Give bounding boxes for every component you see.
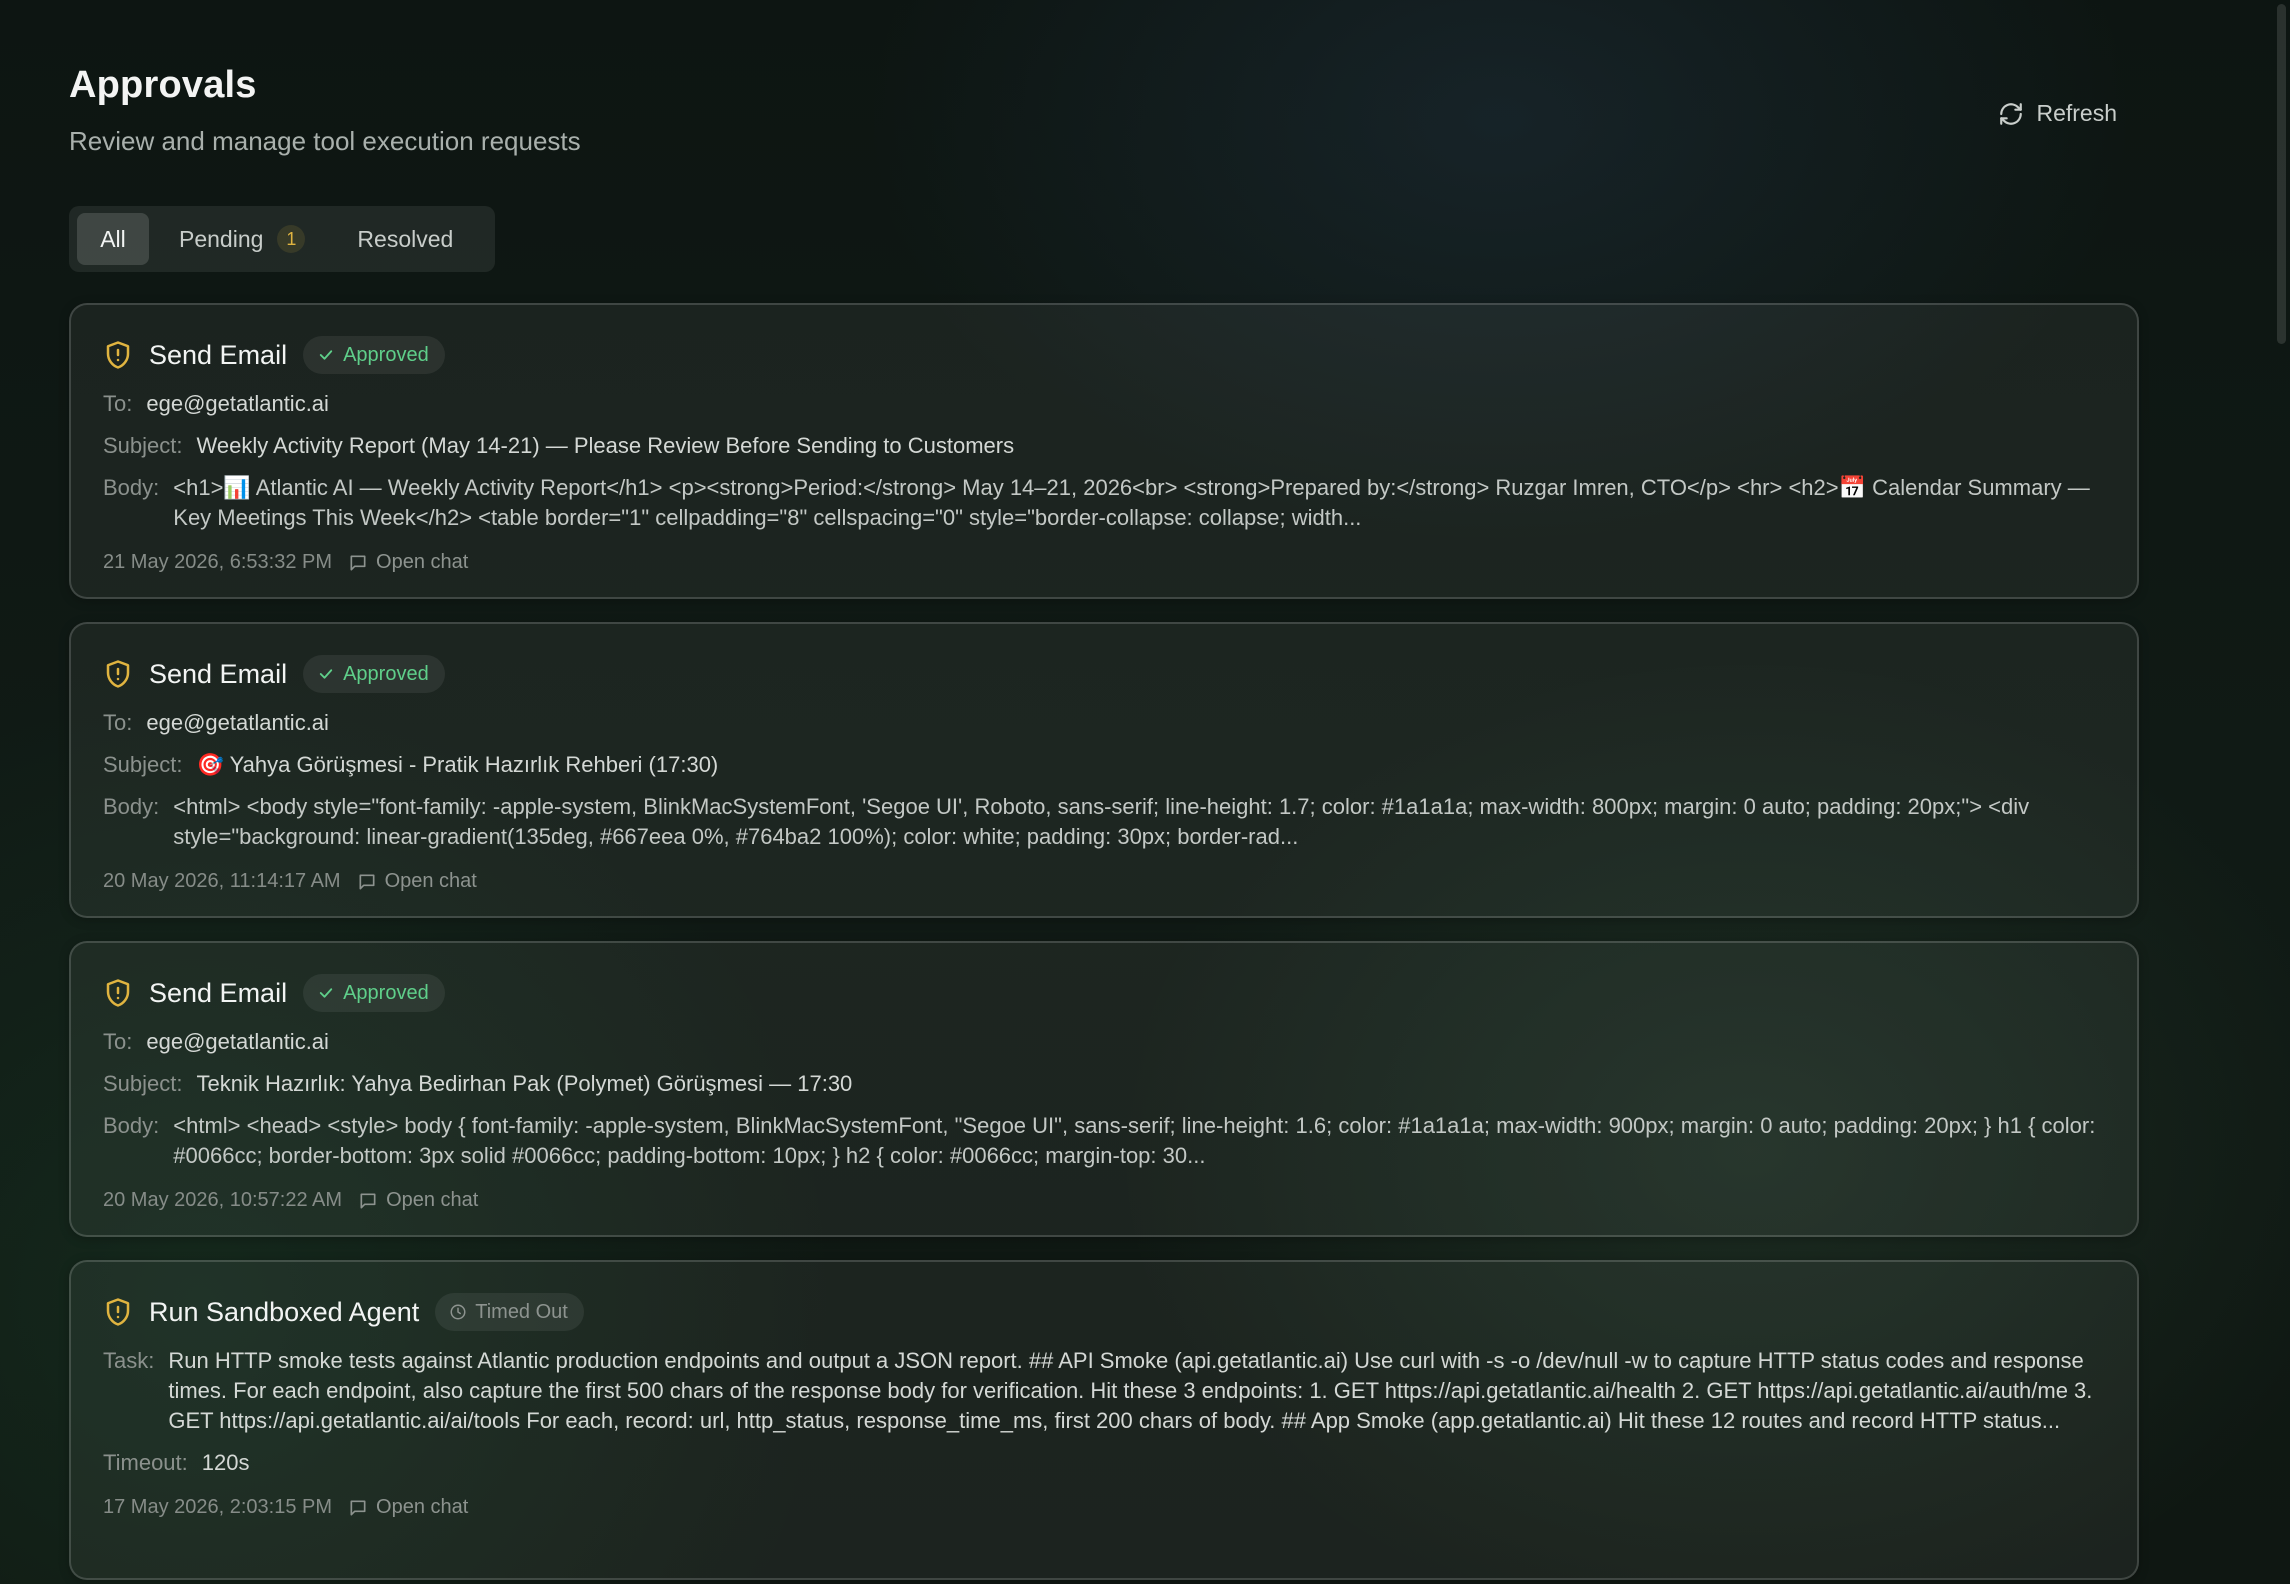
approval-card: Send Email Approved To: ege@getatlantic.… [69,303,2139,599]
open-chat-link[interactable]: Open chat [357,870,477,893]
refresh-button[interactable]: Refresh [1986,92,2129,135]
refresh-label: Refresh [2036,100,2117,126]
tab-all-label: All [100,225,126,252]
scrollbar-thumb[interactable] [2277,4,2286,344]
scrollbar[interactable] [2272,0,2290,1584]
message-square-icon [360,1193,376,1208]
page-header: Approvals Review and manage tool executi… [69,0,2139,200]
subject-label: Subject: [103,433,183,458]
task-value: Run HTTP smoke tests against Atlantic pr… [168,1348,2093,1433]
approvals-page: Approvals Review and manage tool executi… [69,0,2139,1580]
body-label: Body: [103,794,160,819]
to-label: To: [103,1029,133,1054]
shield-alert-icon [106,341,130,369]
page-subtitle: Review and manage tool execution request… [69,126,581,156]
subject-value: Weekly Activity Report (May 14-21) — Ple… [196,433,1015,458]
open-chat-label: Open chat [384,870,477,892]
clock-icon [450,1304,466,1320]
body-label: Body: [103,475,160,500]
open-chat-label: Open chat [376,551,469,573]
status-badge: Approved [303,974,445,1012]
body-value: <html> <head> <style> body { font-family… [173,1113,2096,1168]
open-chat-link[interactable]: Open chat [348,551,468,574]
shield-alert-icon [106,1298,130,1326]
refresh-icon [2000,102,2023,125]
filter-tabs: All Pending 1 Resolved [69,206,495,272]
message-square-icon [350,1500,366,1515]
status-badge: Approved [303,655,445,693]
tab-resolved-label: Resolved [357,225,454,252]
message-square-icon [350,555,366,570]
body-label: Body: [103,1113,160,1138]
shield-alert-icon [106,660,130,688]
timestamp: 17 May 2026, 2:03:15 PM [103,1496,333,1518]
task-label: Task: [103,1348,155,1373]
timestamp: 20 May 2026, 10:57:22 AM [103,1189,343,1211]
shield-alert-icon [106,979,130,1007]
timeout-value: 120s [201,1450,250,1475]
card-title: Run Sandboxed Agent [149,1296,420,1327]
tab-resolved[interactable]: Resolved [335,213,475,265]
status-badge: Approved [303,336,445,374]
status-label: Approved [343,662,429,685]
approval-card: Send Email Approved To: ege@getatlantic.… [69,622,2139,918]
check-icon [319,350,333,360]
tab-pending-label: Pending [179,225,264,252]
to-label: To: [103,710,133,735]
status-label: Approved [343,343,429,366]
subject-label: Subject: [103,752,183,777]
tab-all[interactable]: All [77,213,149,265]
approval-card: Run Sandboxed Agent Timed Out Task: Run … [69,1260,2139,1580]
to-value: ege@getatlantic.ai [146,391,329,416]
to-label: To: [103,391,133,416]
subject-value: 🎯 Yahya Görüşmesi - Pratik Hazırlık Rehb… [196,752,719,777]
body-value: <h1>📊 Atlantic AI — Weekly Activity Repo… [173,475,2090,530]
open-chat-label: Open chat [386,1189,479,1211]
timeout-label: Timeout: [103,1450,188,1475]
to-value: ege@getatlantic.ai [146,710,329,735]
subject-label: Subject: [103,1071,183,1096]
status-label: Approved [343,981,429,1004]
to-value: ege@getatlantic.ai [146,1029,329,1054]
pending-count-badge: 1 [277,225,306,253]
timestamp: 20 May 2026, 11:14:17 AM [103,870,341,892]
check-icon [319,988,333,998]
card-title: Send Email [149,977,288,1008]
check-icon [319,669,333,679]
card-title: Send Email [149,658,288,689]
timestamp: 21 May 2026, 6:53:32 PM [103,551,333,573]
open-chat-link[interactable]: Open chat [348,1496,468,1519]
page-title: Approvals [69,64,257,106]
body-value: <html> <body style="font-family: -apple-… [173,794,2030,849]
status-badge: Timed Out [435,1293,584,1331]
tab-pending[interactable]: Pending 1 [157,213,327,265]
card-title: Send Email [149,339,288,370]
message-square-icon [359,874,375,889]
subject-value: Teknik Hazırlık: Yahya Bedirhan Pak (Pol… [196,1071,853,1096]
approval-card: Send Email Approved To: ege@getatlantic.… [69,941,2139,1237]
status-label: Timed Out [475,1300,568,1323]
open-chat-link[interactable]: Open chat [358,1189,478,1212]
open-chat-label: Open chat [376,1496,469,1518]
